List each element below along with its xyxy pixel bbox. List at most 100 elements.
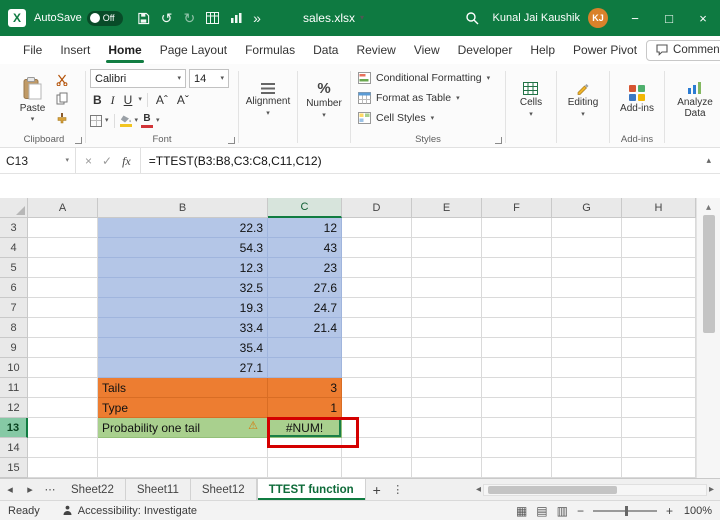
- add-sheet-button[interactable]: +: [366, 479, 388, 500]
- zoom-in-button[interactable]: +: [666, 505, 673, 517]
- row-header-6[interactable]: 6: [0, 278, 28, 298]
- select-all-corner[interactable]: [0, 198, 28, 218]
- cell-H13[interactable]: [622, 418, 696, 438]
- cell-H5[interactable]: [622, 258, 696, 278]
- cell-E13[interactable]: [412, 418, 482, 438]
- horizontal-scrollbar[interactable]: ◂ ▸: [470, 479, 720, 500]
- chevron-down-icon[interactable]: ▾: [156, 117, 160, 124]
- zoom-level[interactable]: 100%: [682, 505, 712, 517]
- cell-E15[interactable]: [412, 458, 482, 478]
- column-header-G[interactable]: G: [552, 198, 622, 218]
- cell-G6[interactable]: [552, 278, 622, 298]
- enter-icon[interactable]: ✓: [102, 155, 112, 167]
- cell-F9[interactable]: [482, 338, 552, 358]
- menu-tab-home[interactable]: Home: [99, 36, 150, 64]
- cell-G4[interactable]: [552, 238, 622, 258]
- cell-A3[interactable]: [28, 218, 98, 238]
- cell-F13[interactable]: [482, 418, 552, 438]
- cell-G5[interactable]: [552, 258, 622, 278]
- formula-bar-expand-icon[interactable]: ▴: [697, 155, 720, 166]
- cell-E8[interactable]: [412, 318, 482, 338]
- underline-button[interactable]: U: [121, 94, 136, 106]
- name-box[interactable]: C13 ▾: [0, 148, 76, 173]
- cell-D14[interactable]: [342, 438, 412, 458]
- cell-G15[interactable]: [552, 458, 622, 478]
- sheet-more-icon[interactable]: ⋯: [40, 479, 60, 500]
- cut-button[interactable]: [54, 72, 70, 87]
- addins-button[interactable]: Add-ins: [616, 68, 658, 132]
- cell-B6[interactable]: 32.5: [98, 278, 268, 298]
- cell-E14[interactable]: [412, 438, 482, 458]
- cell-D12[interactable]: [342, 398, 412, 418]
- cell-A15[interactable]: [28, 458, 98, 478]
- more-commands-icon[interactable]: »: [253, 11, 261, 25]
- cell-F15[interactable]: [482, 458, 552, 478]
- cell-F12[interactable]: [482, 398, 552, 418]
- cell-D5[interactable]: [342, 258, 412, 278]
- hscroll-left-icon[interactable]: ◂: [476, 484, 481, 495]
- cell-C4[interactable]: 43: [268, 238, 342, 258]
- cell-F5[interactable]: [482, 258, 552, 278]
- cell-D3[interactable]: [342, 218, 412, 238]
- column-header-C[interactable]: C: [268, 198, 342, 218]
- cell-C10[interactable]: [268, 358, 342, 378]
- cell-H6[interactable]: [622, 278, 696, 298]
- cell-F8[interactable]: [482, 318, 552, 338]
- row-header-15[interactable]: 15: [0, 458, 28, 478]
- row-header-12[interactable]: 12: [0, 398, 28, 418]
- column-header-A[interactable]: A: [28, 198, 98, 218]
- cell-C8[interactable]: 21.4: [268, 318, 342, 338]
- cell-E6[interactable]: [412, 278, 482, 298]
- copy-button[interactable]: [54, 91, 70, 106]
- font-color-button[interactable]: B: [141, 114, 153, 128]
- cell-B13[interactable]: Probability one tail⚠: [98, 418, 268, 438]
- cells-button[interactable]: Cells ▾: [516, 68, 546, 132]
- cell-C5[interactable]: 23: [268, 258, 342, 278]
- sheet-nav-left-icon[interactable]: ◂: [0, 479, 20, 500]
- table-icon[interactable]: [206, 12, 219, 24]
- font-name-select[interactable]: Calibri ▾: [90, 69, 186, 88]
- cell-C7[interactable]: 24.7: [268, 298, 342, 318]
- row-header-5[interactable]: 5: [0, 258, 28, 278]
- cell-G12[interactable]: [552, 398, 622, 418]
- dialog-launcher-icon[interactable]: [495, 137, 502, 144]
- minimize-button[interactable]: −: [618, 0, 652, 36]
- cell-E12[interactable]: [412, 398, 482, 418]
- sheet-tab-ttest-function[interactable]: TTEST function: [257, 479, 366, 500]
- cell-E9[interactable]: [412, 338, 482, 358]
- cell-G8[interactable]: [552, 318, 622, 338]
- cell-B14[interactable]: [98, 438, 268, 458]
- cell-A6[interactable]: [28, 278, 98, 298]
- cell-G7[interactable]: [552, 298, 622, 318]
- cell-F10[interactable]: [482, 358, 552, 378]
- hscroll-thumb[interactable]: [488, 486, 617, 494]
- menu-tab-review[interactable]: Review: [347, 36, 404, 64]
- menu-tab-developer[interactable]: Developer: [449, 36, 522, 64]
- autosave-toggle[interactable]: AutoSave Off: [34, 11, 123, 26]
- format-as-table-button[interactable]: Format as Table ▾: [358, 88, 501, 108]
- cell-E5[interactable]: [412, 258, 482, 278]
- cell-A7[interactable]: [28, 298, 98, 318]
- cell-C12[interactable]: 1: [268, 398, 342, 418]
- cell-A12[interactable]: [28, 398, 98, 418]
- zoom-slider-knob[interactable]: [625, 506, 628, 516]
- vertical-scrollbar[interactable]: ▴: [696, 198, 720, 478]
- cell-G11[interactable]: [552, 378, 622, 398]
- cell-F14[interactable]: [482, 438, 552, 458]
- insert-function-icon[interactable]: fx: [122, 155, 131, 167]
- menu-tab-help[interactable]: Help: [521, 36, 564, 64]
- row-header-14[interactable]: 14: [0, 438, 28, 458]
- cell-G13[interactable]: [552, 418, 622, 438]
- cancel-icon[interactable]: ×: [85, 155, 92, 167]
- cell-styles-button[interactable]: Cell Styles ▾: [358, 108, 501, 128]
- cell-B5[interactable]: 12.3: [98, 258, 268, 278]
- zoom-out-button[interactable]: −: [577, 505, 584, 517]
- cell-H14[interactable]: [622, 438, 696, 458]
- italic-button[interactable]: I: [108, 94, 118, 106]
- editing-button[interactable]: Editing ▾: [564, 68, 603, 132]
- paste-button[interactable]: Paste ▾: [16, 68, 50, 132]
- dialog-launcher-icon[interactable]: [75, 137, 82, 144]
- cell-G10[interactable]: [552, 358, 622, 378]
- cell-E11[interactable]: [412, 378, 482, 398]
- row-header-4[interactable]: 4: [0, 238, 28, 258]
